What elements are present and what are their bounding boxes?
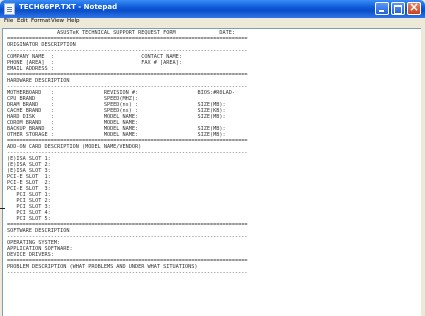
menu-format[interactable]: Format [31, 18, 50, 24]
maximize-button[interactable] [391, 2, 405, 15]
annotation-leader-line [0, 208, 5, 209]
menu-view[interactable]: View [51, 18, 64, 24]
document-text: ASUSTeK TECHNICAL SUPPORT REQUEST FORM D… [7, 30, 247, 276]
document-line: ----------------------------------------… [7, 270, 248, 276]
menu-bar: File Edit Format View Help [0, 18, 425, 28]
minimize-button[interactable] [375, 2, 389, 15]
notepad-window: TECH66PP.TXT - Notepad File Edit Format … [0, 0, 425, 316]
close-button[interactable] [407, 0, 421, 15]
menu-help[interactable]: Help [67, 18, 80, 24]
title-bar[interactable]: TECH66PP.TXT - Notepad [0, 0, 425, 18]
notepad-icon [4, 3, 15, 15]
window-title: TECH66PP.TXT - Notepad [19, 3, 118, 11]
menu-edit[interactable]: Edit [17, 18, 28, 24]
menu-file[interactable]: File [4, 18, 13, 24]
text-editor[interactable]: ASUSTeK TECHNICAL SUPPORT REQUEST FORM D… [2, 28, 421, 316]
